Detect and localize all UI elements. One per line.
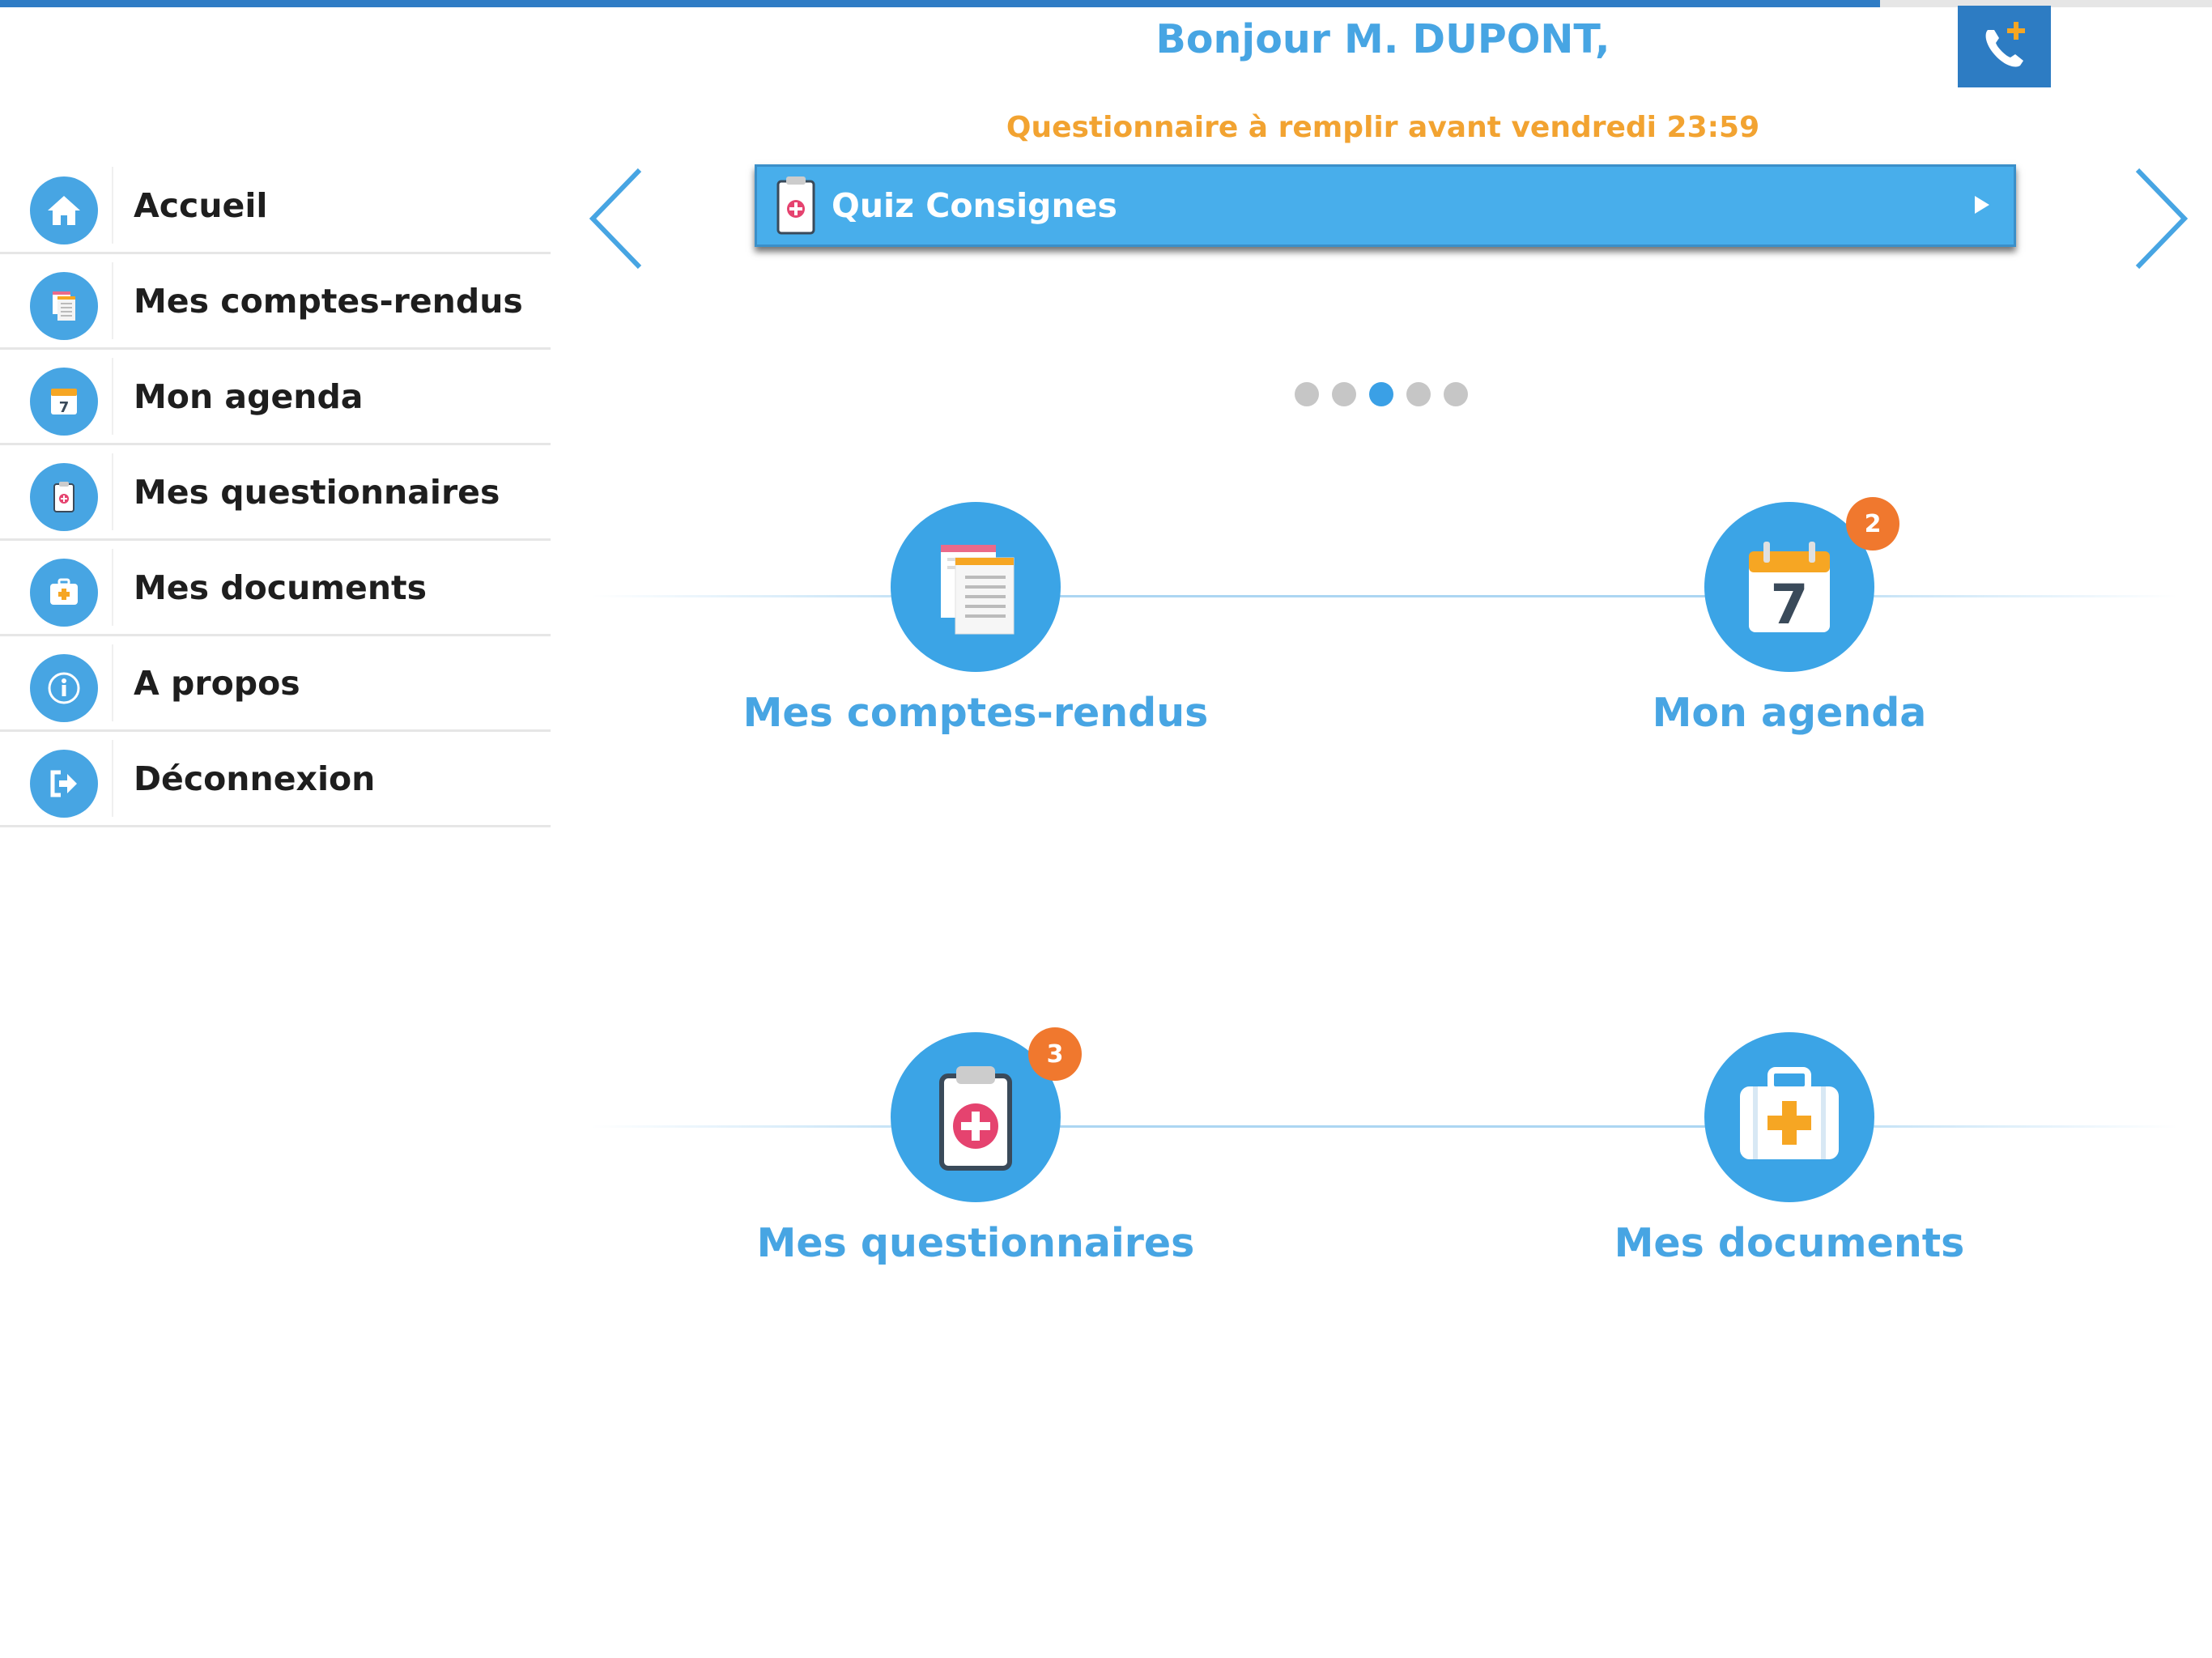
carousel-dot[interactable] xyxy=(1295,382,1319,406)
tile-connector-line xyxy=(591,595,2178,597)
sidebar-item-label: Accueil xyxy=(134,186,268,225)
sidebar-item-label: Mes comptes-rendus xyxy=(134,282,523,321)
call-button[interactable] xyxy=(1958,6,2051,87)
sidebar-item-label: Mes documents xyxy=(134,568,428,607)
sidebar-divider xyxy=(112,167,113,244)
sidebar-divider xyxy=(112,740,113,817)
sidebar-nav: Accueil Mes comptes-rendus 7 Mon agenda xyxy=(0,159,551,827)
carousel-dot[interactable] xyxy=(1332,382,1356,406)
reports-icon xyxy=(891,502,1061,672)
tile-label: Mes documents xyxy=(1614,1220,1965,1266)
sidebar-divider xyxy=(112,453,113,530)
carousel-prev-button[interactable] xyxy=(583,162,648,275)
info-icon xyxy=(30,654,98,722)
notification-badge: 3 xyxy=(1028,1027,1082,1081)
carousel-dot[interactable] xyxy=(1369,382,1393,406)
carousel-next-button[interactable] xyxy=(2129,162,2194,275)
tile-label: Mes comptes-rendus xyxy=(742,690,1209,736)
play-icon xyxy=(1973,194,1991,219)
sidebar-item-comptes-rendus[interactable]: Mes comptes-rendus xyxy=(0,254,551,350)
reports-icon xyxy=(30,272,98,340)
sidebar-item-label: Déconnexion xyxy=(134,759,376,798)
sidebar-item-deconnexion[interactable]: Déconnexion xyxy=(0,732,551,827)
clipboard-icon xyxy=(772,173,820,241)
chevron-right-icon xyxy=(2135,168,2189,270)
sidebar-divider xyxy=(112,549,113,626)
medical-case-icon xyxy=(30,559,98,627)
sidebar-item-label: Mes questionnaires xyxy=(134,473,500,512)
sidebar-item-agenda[interactable]: 7 Mon agenda xyxy=(0,350,551,445)
svg-text:7: 7 xyxy=(1770,573,1808,637)
sidebar-item-label: Mon agenda xyxy=(134,377,364,416)
sidebar-item-documents[interactable]: Mes documents xyxy=(0,541,551,636)
sidebar-divider xyxy=(112,262,113,339)
clipboard-icon xyxy=(30,463,98,531)
phone-add-icon xyxy=(1985,21,2025,66)
greeting-title: Bonjour M. DUPONT, xyxy=(1155,16,1610,62)
chevron-left-icon xyxy=(589,168,642,270)
home-icon xyxy=(30,176,98,244)
carousel-dot[interactable] xyxy=(1444,382,1468,406)
tile-label: Mes questionnaires xyxy=(756,1220,1195,1266)
sidebar-item-accueil[interactable]: Accueil xyxy=(0,159,551,254)
medical-case-icon xyxy=(1704,1032,1874,1202)
carousel-pagination xyxy=(1295,382,1468,406)
sidebar-divider xyxy=(112,644,113,721)
sidebar-item-questionnaires[interactable]: Mes questionnaires xyxy=(0,445,551,541)
top-progress-bar xyxy=(0,0,2212,7)
notification-badge: 2 xyxy=(1846,497,1899,551)
logout-icon xyxy=(30,750,98,818)
sidebar-item-a-propos[interactable]: A propos xyxy=(0,636,551,732)
quiz-card[interactable]: Quiz Consignes xyxy=(755,164,2016,247)
sidebar-divider xyxy=(112,358,113,435)
quiz-card-label: Quiz Consignes xyxy=(832,186,1117,225)
questionnaire-deadline: Questionnaire à remplir avant vendredi 2… xyxy=(1006,111,1760,144)
sidebar-item-label: A propos xyxy=(134,664,300,703)
tile-label: Mon agenda xyxy=(1652,690,1927,736)
top-progress-fill xyxy=(0,0,1881,7)
svg-text:7: 7 xyxy=(59,399,70,416)
tile-connector-line xyxy=(591,1125,2178,1128)
carousel-dot[interactable] xyxy=(1406,382,1431,406)
calendar-icon: 7 xyxy=(30,368,98,436)
